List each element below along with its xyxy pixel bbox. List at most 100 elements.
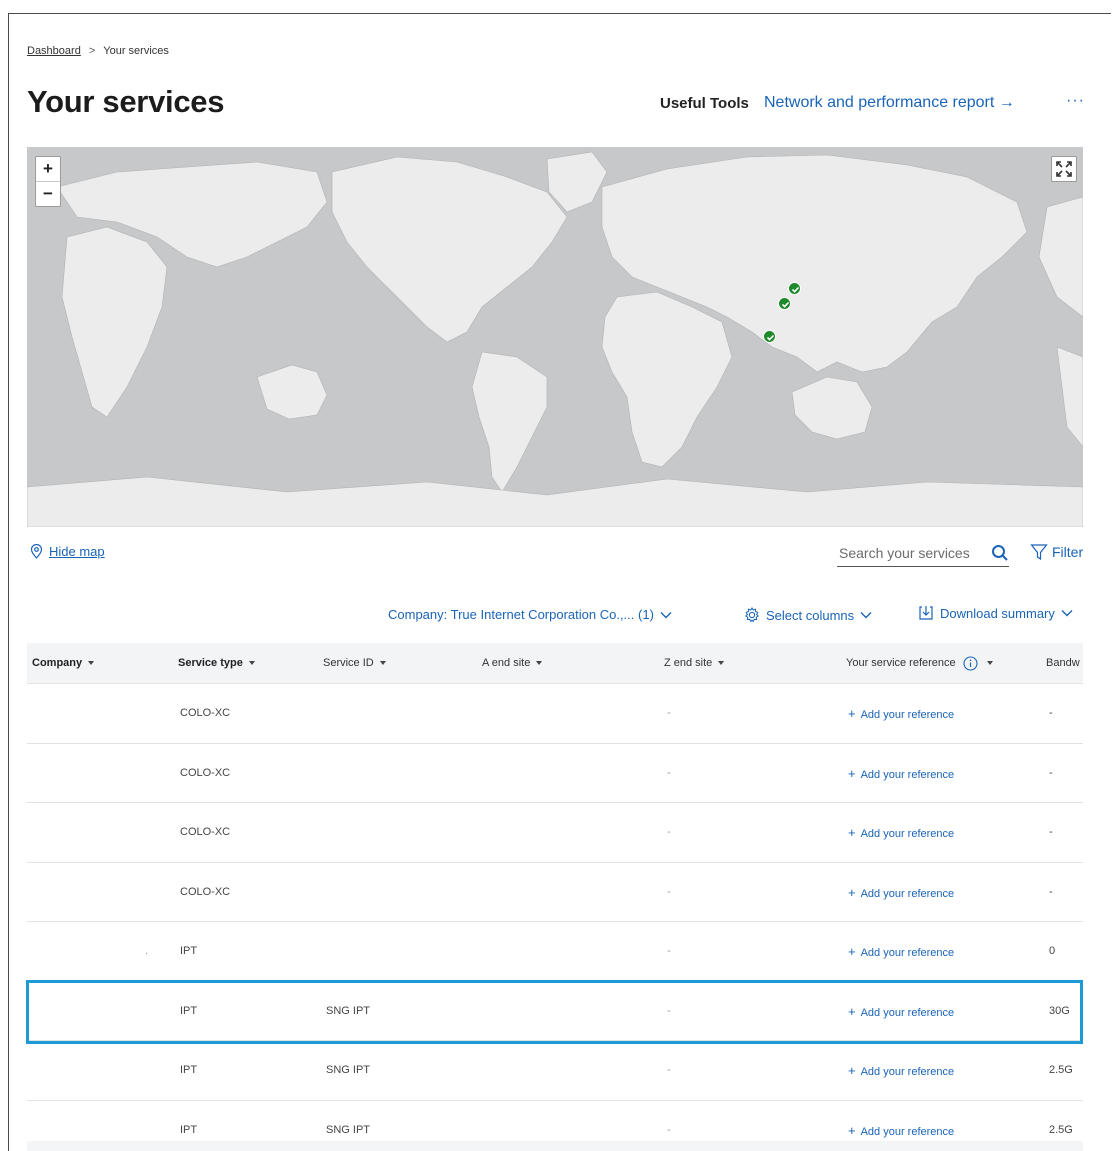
network-performance-report-link[interactable]: Network and performance report → [764, 94, 1015, 112]
search-icon[interactable] [991, 544, 1009, 562]
plus-icon: + [848, 1122, 856, 1138]
table-row[interactable]: COLO-XC - + Add your reference - [27, 803, 1083, 863]
map-marker-check-icon[interactable] [788, 282, 801, 295]
info-icon[interactable] [963, 656, 978, 671]
table-row[interactable]: IPT SNG IPT - + Add your reference 2.5G [27, 1041, 1083, 1101]
z-end-site-cell: - [667, 766, 671, 779]
bandwidth-cell: 0 [1049, 945, 1056, 957]
location-pin-icon [30, 544, 43, 559]
column-header-your-service-reference[interactable]: Your service reference [846, 643, 993, 683]
useful-tools-label[interactable]: Useful Tools [660, 95, 749, 112]
download-summary-label: Download summary [940, 605, 1055, 621]
add-reference-label: Add your reference [860, 1066, 955, 1078]
zoom-in-button[interactable]: + [36, 157, 60, 182]
hide-map-link[interactable]: Hide map [30, 544, 105, 559]
add-reference-button[interactable]: + Add your reference [848, 1041, 954, 1100]
sort-caret-icon [536, 661, 543, 666]
column-header-label: Company [32, 657, 83, 669]
service-type-cell: COLO-XC [180, 826, 231, 838]
select-columns-label: Select columns [766, 607, 855, 623]
column-header-label: Service type [178, 657, 243, 669]
breadcrumb-separator: > [88, 45, 96, 57]
page-title: Your services [27, 84, 225, 119]
bandwidth-cell: - [1049, 766, 1053, 779]
sort-caret-icon [986, 661, 993, 666]
filter-button[interactable]: Filter [1030, 543, 1083, 561]
download-icon [919, 606, 933, 620]
column-header-service-id[interactable]: Service ID [323, 643, 386, 683]
company-cell: . [145, 945, 149, 957]
bandwidth-cell: - [1049, 707, 1053, 719]
add-reference-button[interactable]: + Add your reference [848, 803, 954, 862]
column-header-z-end-site[interactable]: Z end site [664, 643, 725, 683]
column-header-label: Z end site [664, 657, 713, 669]
sort-caret-icon [379, 661, 386, 666]
service-type-cell: COLO-XC [180, 885, 231, 898]
plus-icon: + [848, 944, 856, 959]
search-field[interactable] [837, 540, 1009, 567]
service-type-cell: IPT [180, 1004, 198, 1017]
map-marker-check-icon[interactable] [763, 330, 776, 343]
plus-icon: + [848, 825, 856, 840]
table-row[interactable]: IPT SNG IPT - + Add your reference 30G [27, 982, 1083, 1041]
add-reference-label: Add your reference [860, 709, 955, 721]
add-reference-button[interactable]: + Add your reference [848, 922, 954, 981]
table-row[interactable]: COLO-XC - + Add your reference - [27, 744, 1083, 803]
column-header-service-type[interactable]: Service type [178, 643, 255, 683]
column-header-label: Service ID [323, 657, 374, 669]
table-header: Company Service type Service ID A end si… [27, 643, 1083, 684]
z-end-site-cell: - [667, 826, 671, 838]
zoom-out-button[interactable]: − [36, 182, 60, 206]
breadcrumb-dashboard-link[interactable]: Dashboard [27, 45, 81, 57]
plus-icon: + [848, 884, 856, 900]
plus-icon: + [848, 765, 856, 781]
sort-caret-icon [718, 661, 725, 666]
services-table: Company Service type Service ID A end si… [27, 643, 1083, 1151]
column-header-bandwidth[interactable]: Bandw [1046, 643, 1080, 683]
service-id-cell: SNG IPT [326, 1004, 371, 1017]
bandwidth-cell: 30G [1049, 1004, 1070, 1017]
table-body: COLO-XC - + Add your reference - COLO-XC - + Add… [27, 684, 1083, 1151]
service-id-cell: SNG IPT [326, 1064, 371, 1076]
service-type-cell: COLO-XC [180, 707, 231, 719]
filter-label: Filter [1052, 544, 1084, 560]
table-row[interactable]: COLO-XC - + Add your reference - [27, 863, 1083, 922]
add-reference-label: Add your reference [860, 1006, 955, 1019]
add-reference-label: Add your reference [860, 1125, 955, 1138]
chevron-down-icon [660, 611, 672, 618]
column-header-label: Your service reference [846, 657, 956, 669]
service-type-cell: IPT [180, 1064, 198, 1076]
bandwidth-cell: 2.5G [1049, 1064, 1073, 1076]
add-reference-button[interactable]: + Add your reference [848, 982, 954, 1041]
add-reference-label: Add your reference [860, 887, 955, 900]
company-dropdown-label: Company: True Internet Corporation Co.,.… [388, 607, 654, 622]
add-reference-button[interactable]: + Add your reference [848, 744, 954, 803]
breadcrumb-current: Your services [103, 45, 169, 57]
column-header-a-end-site[interactable]: A end site [482, 643, 543, 683]
services-map[interactable]: + − [27, 147, 1083, 527]
z-end-site-cell: - [667, 1004, 671, 1017]
filter-icon [1030, 544, 1048, 561]
add-reference-label: Add your reference [860, 768, 955, 781]
more-options-button[interactable]: ··· [1066, 92, 1085, 110]
table-row[interactable]: . IPT - + Add your reference 0 [27, 922, 1083, 982]
z-end-site-cell: - [667, 1064, 671, 1076]
add-reference-button[interactable]: + Add your reference [848, 863, 954, 922]
company-dropdown[interactable]: Company: True Internet Corporation Co.,.… [388, 607, 672, 622]
sort-caret-icon [248, 661, 255, 666]
map-marker-check-icon[interactable] [778, 297, 791, 310]
column-header-label: A end site [482, 657, 531, 669]
table-row[interactable]: COLO-XC - + Add your reference - [27, 684, 1083, 744]
fullscreen-icon[interactable] [1051, 156, 1077, 182]
plus-icon: + [848, 1063, 856, 1078]
z-end-site-cell: - [667, 885, 671, 898]
breadcrumb: Dashboard > Your services [27, 45, 169, 57]
download-summary-button[interactable]: Download summary [918, 605, 1073, 621]
search-input[interactable] [837, 544, 981, 562]
add-reference-button[interactable]: + Add your reference [848, 684, 954, 743]
select-columns-button[interactable]: Select columns [744, 607, 872, 623]
hide-map-label: Hide map [49, 544, 105, 559]
add-reference-label: Add your reference [860, 947, 955, 959]
column-header-label: Bandw [1046, 657, 1080, 669]
column-header-company[interactable]: Company [32, 643, 95, 683]
